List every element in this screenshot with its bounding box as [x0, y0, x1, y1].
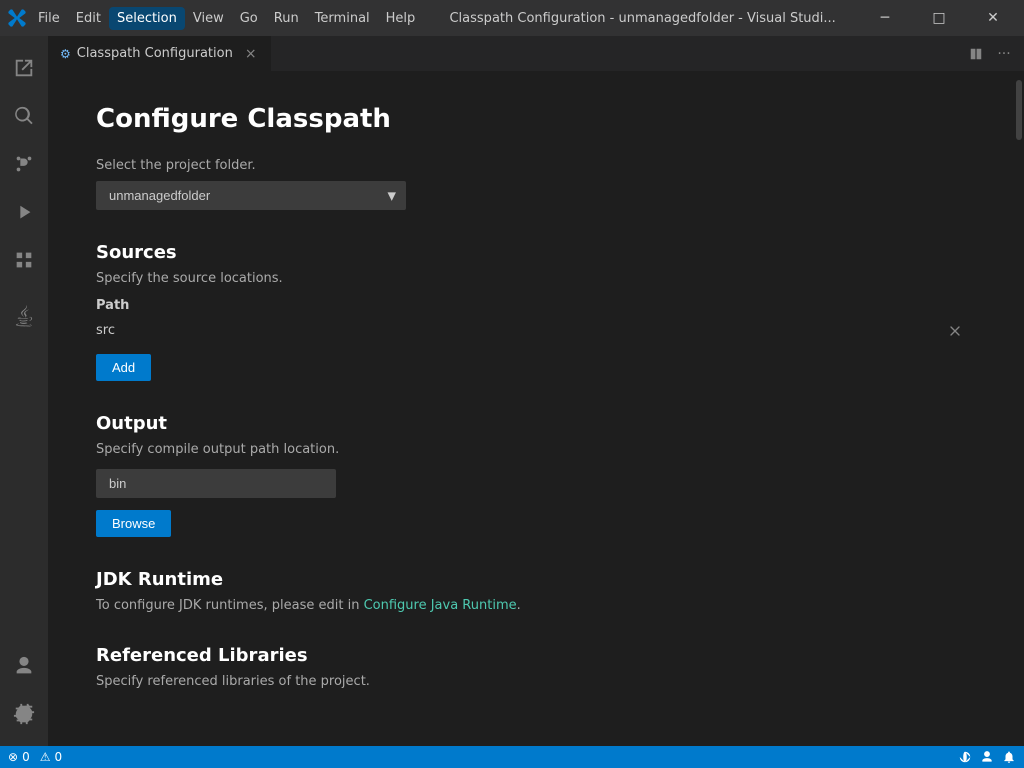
activity-extensions[interactable]	[0, 236, 48, 284]
window-title: Classpath Configuration - unmanagedfolde…	[423, 11, 862, 26]
window-controls: ─ □ ✕	[862, 3, 1016, 33]
tab-icon: ⚙	[60, 47, 71, 61]
menu-help[interactable]: Help	[378, 7, 424, 30]
status-bar: ⊗ 0 ⚠ 0	[0, 746, 1024, 768]
warning-icon: ⚠	[40, 750, 51, 764]
scrollbar-thumb[interactable]	[1016, 80, 1022, 140]
add-source-button[interactable]: Add	[96, 354, 151, 381]
status-sync[interactable]	[958, 750, 972, 764]
project-folder-label: Select the project folder.	[96, 158, 966, 173]
jdk-text-suffix: .	[517, 598, 521, 613]
more-actions-button[interactable]: ···	[992, 42, 1016, 66]
activity-settings[interactable]	[0, 690, 48, 738]
activity-bar	[0, 36, 48, 746]
jdk-text-prefix: To configure JDK runtimes, please edit i…	[96, 598, 364, 613]
path-value: src	[96, 319, 936, 342]
configure-java-runtime-link[interactable]: Configure Java Runtime	[364, 598, 517, 613]
menu-file[interactable]: File	[30, 7, 68, 30]
browse-button[interactable]: Browse	[96, 510, 171, 537]
tab-bar: ⚙ Classpath Configuration × ···	[48, 36, 1024, 72]
error-count: 0	[22, 750, 30, 764]
error-status[interactable]: ⊗ 0 ⚠ 0	[8, 750, 62, 764]
activity-explorer[interactable]	[0, 44, 48, 92]
project-folder-section: Select the project folder. unmanagedfold…	[96, 158, 966, 210]
tab-close-button[interactable]: ×	[243, 44, 259, 64]
sources-description: Specify the source locations.	[96, 271, 966, 286]
title-bar: File Edit Selection View Go Run Terminal…	[0, 0, 1024, 36]
path-row: src	[96, 319, 966, 342]
minimize-button[interactable]: ─	[862, 3, 908, 33]
output-description: Specify compile output path location.	[96, 442, 966, 457]
output-path-input[interactable]	[96, 469, 336, 498]
path-column-header: Path	[96, 298, 966, 313]
activity-java[interactable]	[0, 292, 48, 340]
referenced-libraries-description: Specify referenced libraries of the proj…	[96, 674, 966, 689]
referenced-libraries-title: Referenced Libraries	[96, 645, 966, 666]
activity-accounts[interactable]	[0, 642, 48, 690]
output-section: Output Specify compile output path locat…	[96, 413, 966, 537]
menu-terminal[interactable]: Terminal	[307, 7, 378, 30]
tab-actions: ···	[956, 36, 1024, 71]
output-title: Output	[96, 413, 966, 434]
status-right	[958, 750, 1016, 764]
main-container: ⚙ Classpath Configuration × ··· Configur…	[0, 36, 1024, 746]
menu-view[interactable]: View	[185, 7, 232, 30]
menu-selection[interactable]: Selection	[109, 7, 185, 30]
menu-edit[interactable]: Edit	[68, 7, 109, 30]
activity-run-debug[interactable]	[0, 188, 48, 236]
vscode-logo	[8, 9, 26, 27]
status-bell[interactable]	[1002, 750, 1016, 764]
status-user[interactable]	[980, 750, 994, 764]
sources-title: Sources	[96, 242, 966, 263]
menu-go[interactable]: Go	[232, 7, 266, 30]
tab-label: Classpath Configuration	[77, 46, 233, 61]
menu-run[interactable]: Run	[266, 7, 307, 30]
jdk-runtime-description: To configure JDK runtimes, please edit i…	[96, 598, 966, 613]
jdk-runtime-section: JDK Runtime To configure JDK runtimes, p…	[96, 569, 966, 613]
editor-with-scrollbar: Configure Classpath Select the project f…	[48, 72, 1024, 746]
activity-search[interactable]	[0, 92, 48, 140]
error-icon: ⊗	[8, 750, 18, 764]
content-area: Configure Classpath Select the project f…	[48, 72, 1014, 746]
editor-area: ⚙ Classpath Configuration × ··· Configur…	[48, 36, 1024, 746]
project-dropdown[interactable]: unmanagedfolder	[96, 181, 406, 210]
close-button[interactable]: ✕	[970, 3, 1016, 33]
activity-source-control[interactable]	[0, 140, 48, 188]
maximize-button[interactable]: □	[916, 3, 962, 33]
menu-bar: File Edit Selection View Go Run Terminal…	[30, 7, 423, 30]
page-title: Configure Classpath	[96, 104, 966, 134]
project-dropdown-wrapper: unmanagedfolder ▼	[96, 181, 406, 210]
scrollbar-track[interactable]	[1014, 72, 1024, 746]
path-delete-button[interactable]	[944, 320, 966, 342]
referenced-libraries-section: Referenced Libraries Specify referenced …	[96, 645, 966, 689]
warning-count: 0	[54, 750, 62, 764]
tab-classpath-config[interactable]: ⚙ Classpath Configuration ×	[48, 36, 272, 71]
jdk-runtime-title: JDK Runtime	[96, 569, 966, 590]
sources-section: Sources Specify the source locations. Pa…	[96, 242, 966, 381]
split-editor-button[interactable]	[964, 42, 988, 66]
